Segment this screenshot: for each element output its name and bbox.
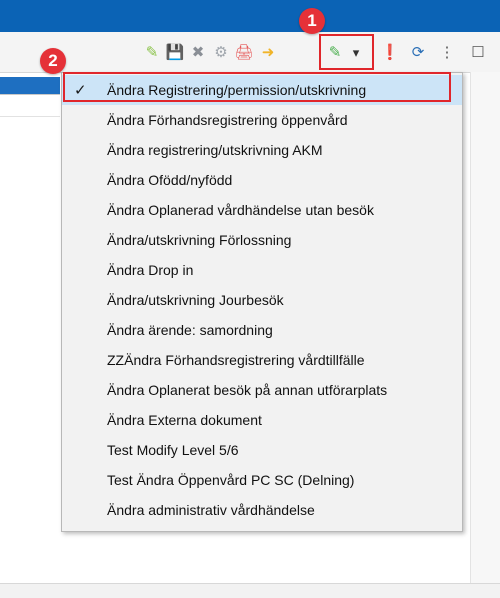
divider [0,116,60,117]
menu-item-label: Ändra registrering/utskrivning AKM [107,142,323,158]
menu-item[interactable]: Test Ändra Öppenvård PC SC (Delning) [62,465,462,495]
menu-item-label: Test Modify Level 5/6 [107,442,239,458]
menu-item-label: Test Ändra Öppenvård PC SC (Delning) [107,472,355,488]
export-icon[interactable]: ➜ [258,42,278,62]
callout-box [319,34,374,70]
menu-item[interactable]: Ändra Drop in [62,255,462,285]
refresh-icon[interactable]: ⟳ [408,42,428,62]
alert-doc-icon[interactable]: ❗ [380,42,400,62]
menu-item[interactable]: Ändra administrativ vårdhändelse [62,495,462,525]
edit-icon[interactable]: ✎ [142,42,162,62]
menu-item-label: Ändra Externa dokument [107,412,262,428]
menu-item-label: ZZÄndra Förhandsregistrering vårdtillfäl… [107,352,365,368]
menu-item-label: Ändra/utskrivning Jourbesök [107,292,284,308]
menu-item-label: Ändra ärende: samordning [107,322,273,338]
menu-item[interactable]: Ändra Ofödd/nyfödd [62,165,462,195]
menu-item-label: Ändra Drop in [107,262,194,278]
menu-item-label: Ändra administrativ vårdhändelse [107,502,315,518]
left-panel-header [0,77,60,94]
callout-badge-1: 1 [299,8,325,34]
menu-item[interactable]: Ändra registrering/utskrivning AKM [62,135,462,165]
status-area [0,583,500,598]
title-bar [0,0,500,32]
dropdown-menu: ✓ Ändra Registrering/permission/utskrivni… [61,72,463,532]
menu-item-label: Ändra Förhandsregistrering öppenvård [107,112,348,128]
right-panel [470,72,500,583]
menu-item-label: Ändra Ofödd/nyfödd [107,172,233,188]
more-options-icon[interactable]: ⋮ [437,42,457,62]
menu-item-label: Ändra Oplanerat besök på annan utförarpl… [107,382,388,398]
callout-badge-2: 2 [40,48,66,74]
menu-item[interactable]: ZZÄndra Förhandsregistrering vårdtillfäl… [62,345,462,375]
menu-item[interactable]: Ändra Externa dokument [62,405,462,435]
menu-item[interactable]: Test Modify Level 5/6 [62,435,462,465]
menu-item[interactable]: Ändra Förhandsregistrering öppenvård [62,105,462,135]
toolbar: ✎ 💾 ✖ ⚙ 🖨 ➜ ✎ ▾ ❗ ⟳ ⋮ ☐ [0,32,500,73]
divider [0,94,60,95]
print-icon[interactable]: 🖨 [234,42,254,62]
menu-item[interactable]: Ändra Oplanerat besök på annan utförarpl… [62,375,462,405]
menu-item[interactable]: Ändra Oplanerad vårdhändelse utan besök [62,195,462,225]
menu-item[interactable]: Ändra ärende: samordning [62,315,462,345]
settings-icon[interactable]: ⚙ [211,42,231,62]
menu-item[interactable]: Ändra/utskrivning Jourbesök [62,285,462,315]
menu-item-label: Ändra Oplanerad vårdhändelse utan besök [107,202,374,218]
window-icon[interactable]: ☐ [468,42,488,62]
delete-icon[interactable]: ✖ [188,42,208,62]
save-icon[interactable]: 💾 [165,42,185,62]
highlight-box [63,72,451,102]
menu-item-label: Ändra/utskrivning Förlossning [107,232,292,248]
menu-item[interactable]: Ändra/utskrivning Förlossning [62,225,462,255]
